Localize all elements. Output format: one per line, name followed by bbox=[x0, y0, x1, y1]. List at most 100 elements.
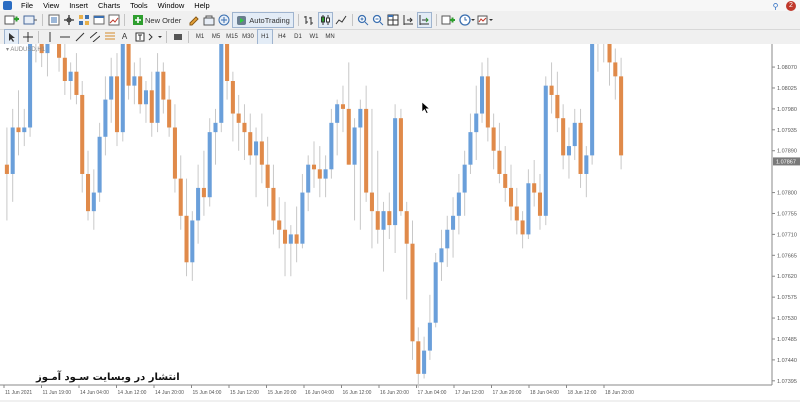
candle-body bbox=[283, 229, 288, 244]
menu-help[interactable]: Help bbox=[189, 0, 214, 11]
candle-body bbox=[468, 132, 473, 165]
candle-body bbox=[248, 132, 253, 156]
candle-body bbox=[178, 178, 183, 216]
timeframe-w1[interactable]: W1 bbox=[307, 30, 321, 44]
watermark-text: انتشار در وبسایت سـود آمـوز bbox=[36, 372, 180, 383]
profiles-icon[interactable] bbox=[22, 13, 38, 27]
candlestick-chart[interactable]: 1.08070 1.08025 1.07980 1.07935 1.07890 1.078… bbox=[0, 0, 800, 400]
vertical-line-icon[interactable] bbox=[43, 30, 56, 44]
candle-body bbox=[265, 164, 270, 188]
menu-tools[interactable]: Tools bbox=[125, 0, 153, 11]
time-tick-label: 16 Jun 20:00 bbox=[380, 390, 409, 396]
timeframe-m1[interactable]: M1 bbox=[193, 30, 207, 44]
notification-badge[interactable]: 2 bbox=[786, 1, 796, 11]
indicators-icon[interactable] bbox=[441, 13, 457, 27]
candle-body bbox=[28, 39, 33, 128]
mouse-cursor-icon bbox=[421, 101, 431, 114]
chart-symbol-title: ▾ AUDUSD,H1 bbox=[6, 46, 45, 53]
candle-body bbox=[254, 141, 259, 156]
timeframe-m15[interactable]: M15 bbox=[225, 30, 239, 44]
horizontal-line-icon[interactable] bbox=[58, 30, 71, 44]
templates-icon[interactable] bbox=[477, 13, 493, 27]
market-watch-icon[interactable] bbox=[47, 13, 60, 27]
candle-body bbox=[230, 81, 235, 114]
menu-insert[interactable]: Insert bbox=[64, 0, 93, 11]
candle-body bbox=[364, 108, 369, 193]
tile-windows-icon[interactable] bbox=[387, 13, 400, 27]
metaeditor-icon[interactable] bbox=[187, 13, 200, 27]
candle-body bbox=[352, 127, 357, 165]
price-tick-label: 1.07935 bbox=[777, 128, 797, 134]
menu-charts[interactable]: Charts bbox=[93, 0, 125, 11]
timeframe-m5[interactable]: M5 bbox=[209, 30, 223, 44]
equidistant-channel-icon[interactable] bbox=[88, 30, 101, 44]
candlestick-icon[interactable] bbox=[317, 12, 333, 28]
new-order-label: New Order bbox=[145, 15, 182, 25]
terminal-icon[interactable] bbox=[92, 13, 105, 27]
price-tick-label: 1.08025 bbox=[777, 86, 797, 92]
candle-body bbox=[57, 15, 62, 58]
chart-window[interactable]: 1.08070 1.08025 1.07980 1.07935 1.07890 1.078… bbox=[0, 0, 800, 400]
fibonacci-icon[interactable] bbox=[103, 30, 116, 44]
candle-body bbox=[306, 164, 311, 193]
candle-body bbox=[242, 122, 247, 133]
trendline-icon[interactable] bbox=[73, 30, 86, 44]
chart-shift-icon[interactable] bbox=[402, 13, 415, 27]
timeframe-d1[interactable]: D1 bbox=[291, 30, 305, 44]
text-tool-icon[interactable]: A bbox=[118, 30, 131, 44]
periods-icon[interactable] bbox=[459, 13, 475, 27]
price-tick-label: 1.07800 bbox=[777, 191, 797, 197]
autotrading-icon bbox=[237, 15, 247, 25]
line-chart-icon[interactable] bbox=[335, 13, 348, 27]
toolbar-separator bbox=[38, 30, 39, 43]
menu-view[interactable]: View bbox=[38, 0, 64, 11]
time-tick-label: 17 Jun 12:00 bbox=[455, 390, 484, 396]
timeframe-mn[interactable]: MN bbox=[323, 30, 337, 44]
menubar-right: ⚲ 2 bbox=[771, 1, 796, 11]
strategy-tester-icon[interactable] bbox=[107, 13, 120, 27]
candle-body bbox=[462, 164, 467, 193]
arrows-icon[interactable] bbox=[148, 30, 162, 44]
candle-body bbox=[520, 220, 525, 235]
timeframe-h4[interactable]: H4 bbox=[275, 30, 289, 44]
zoom-in-icon[interactable] bbox=[357, 13, 370, 27]
search-icon[interactable]: ⚲ bbox=[771, 2, 780, 11]
timeframe-m30[interactable]: M30 bbox=[241, 30, 255, 44]
candle-body bbox=[172, 127, 177, 179]
toolbar-separator bbox=[435, 14, 437, 26]
timeframe-h1[interactable]: H1 bbox=[257, 28, 273, 45]
price-tick-label: 1.07890 bbox=[777, 149, 797, 155]
candle-body bbox=[109, 76, 114, 100]
candle-body bbox=[190, 220, 195, 263]
candle-body bbox=[590, 29, 595, 156]
data-window-icon[interactable] bbox=[62, 13, 75, 27]
candle-body bbox=[451, 215, 456, 230]
new-chart-icon[interactable] bbox=[4, 13, 20, 27]
cursor-tool-icon[interactable] bbox=[4, 28, 19, 45]
zoom-out-icon[interactable] bbox=[372, 13, 385, 27]
candle-body bbox=[619, 76, 624, 156]
object-list-icon[interactable] bbox=[171, 30, 184, 44]
crosshair-icon[interactable] bbox=[21, 30, 34, 44]
candle-body bbox=[167, 99, 172, 128]
bar-chart-icon[interactable] bbox=[303, 13, 316, 27]
candle-body bbox=[74, 71, 79, 95]
autotrading-button[interactable]: AutoTrading bbox=[232, 12, 294, 28]
candle-body bbox=[543, 85, 548, 216]
candle-body bbox=[584, 155, 589, 174]
autoscroll-icon[interactable] bbox=[416, 12, 432, 28]
candle-body bbox=[155, 71, 160, 123]
signals-icon[interactable] bbox=[217, 13, 230, 27]
candle-body bbox=[138, 76, 143, 105]
market-icon[interactable] bbox=[202, 13, 215, 27]
app-icon bbox=[3, 1, 12, 10]
text-label-icon[interactable] bbox=[133, 30, 146, 44]
candle-body bbox=[346, 108, 351, 165]
new-order-button[interactable]: New Order bbox=[129, 12, 185, 28]
candle-body bbox=[578, 122, 583, 174]
menu-file[interactable]: File bbox=[16, 0, 38, 11]
candle-body bbox=[219, 34, 224, 123]
menu-window[interactable]: Window bbox=[153, 0, 190, 11]
navigator-icon[interactable] bbox=[77, 13, 90, 27]
candle-body bbox=[497, 150, 502, 174]
